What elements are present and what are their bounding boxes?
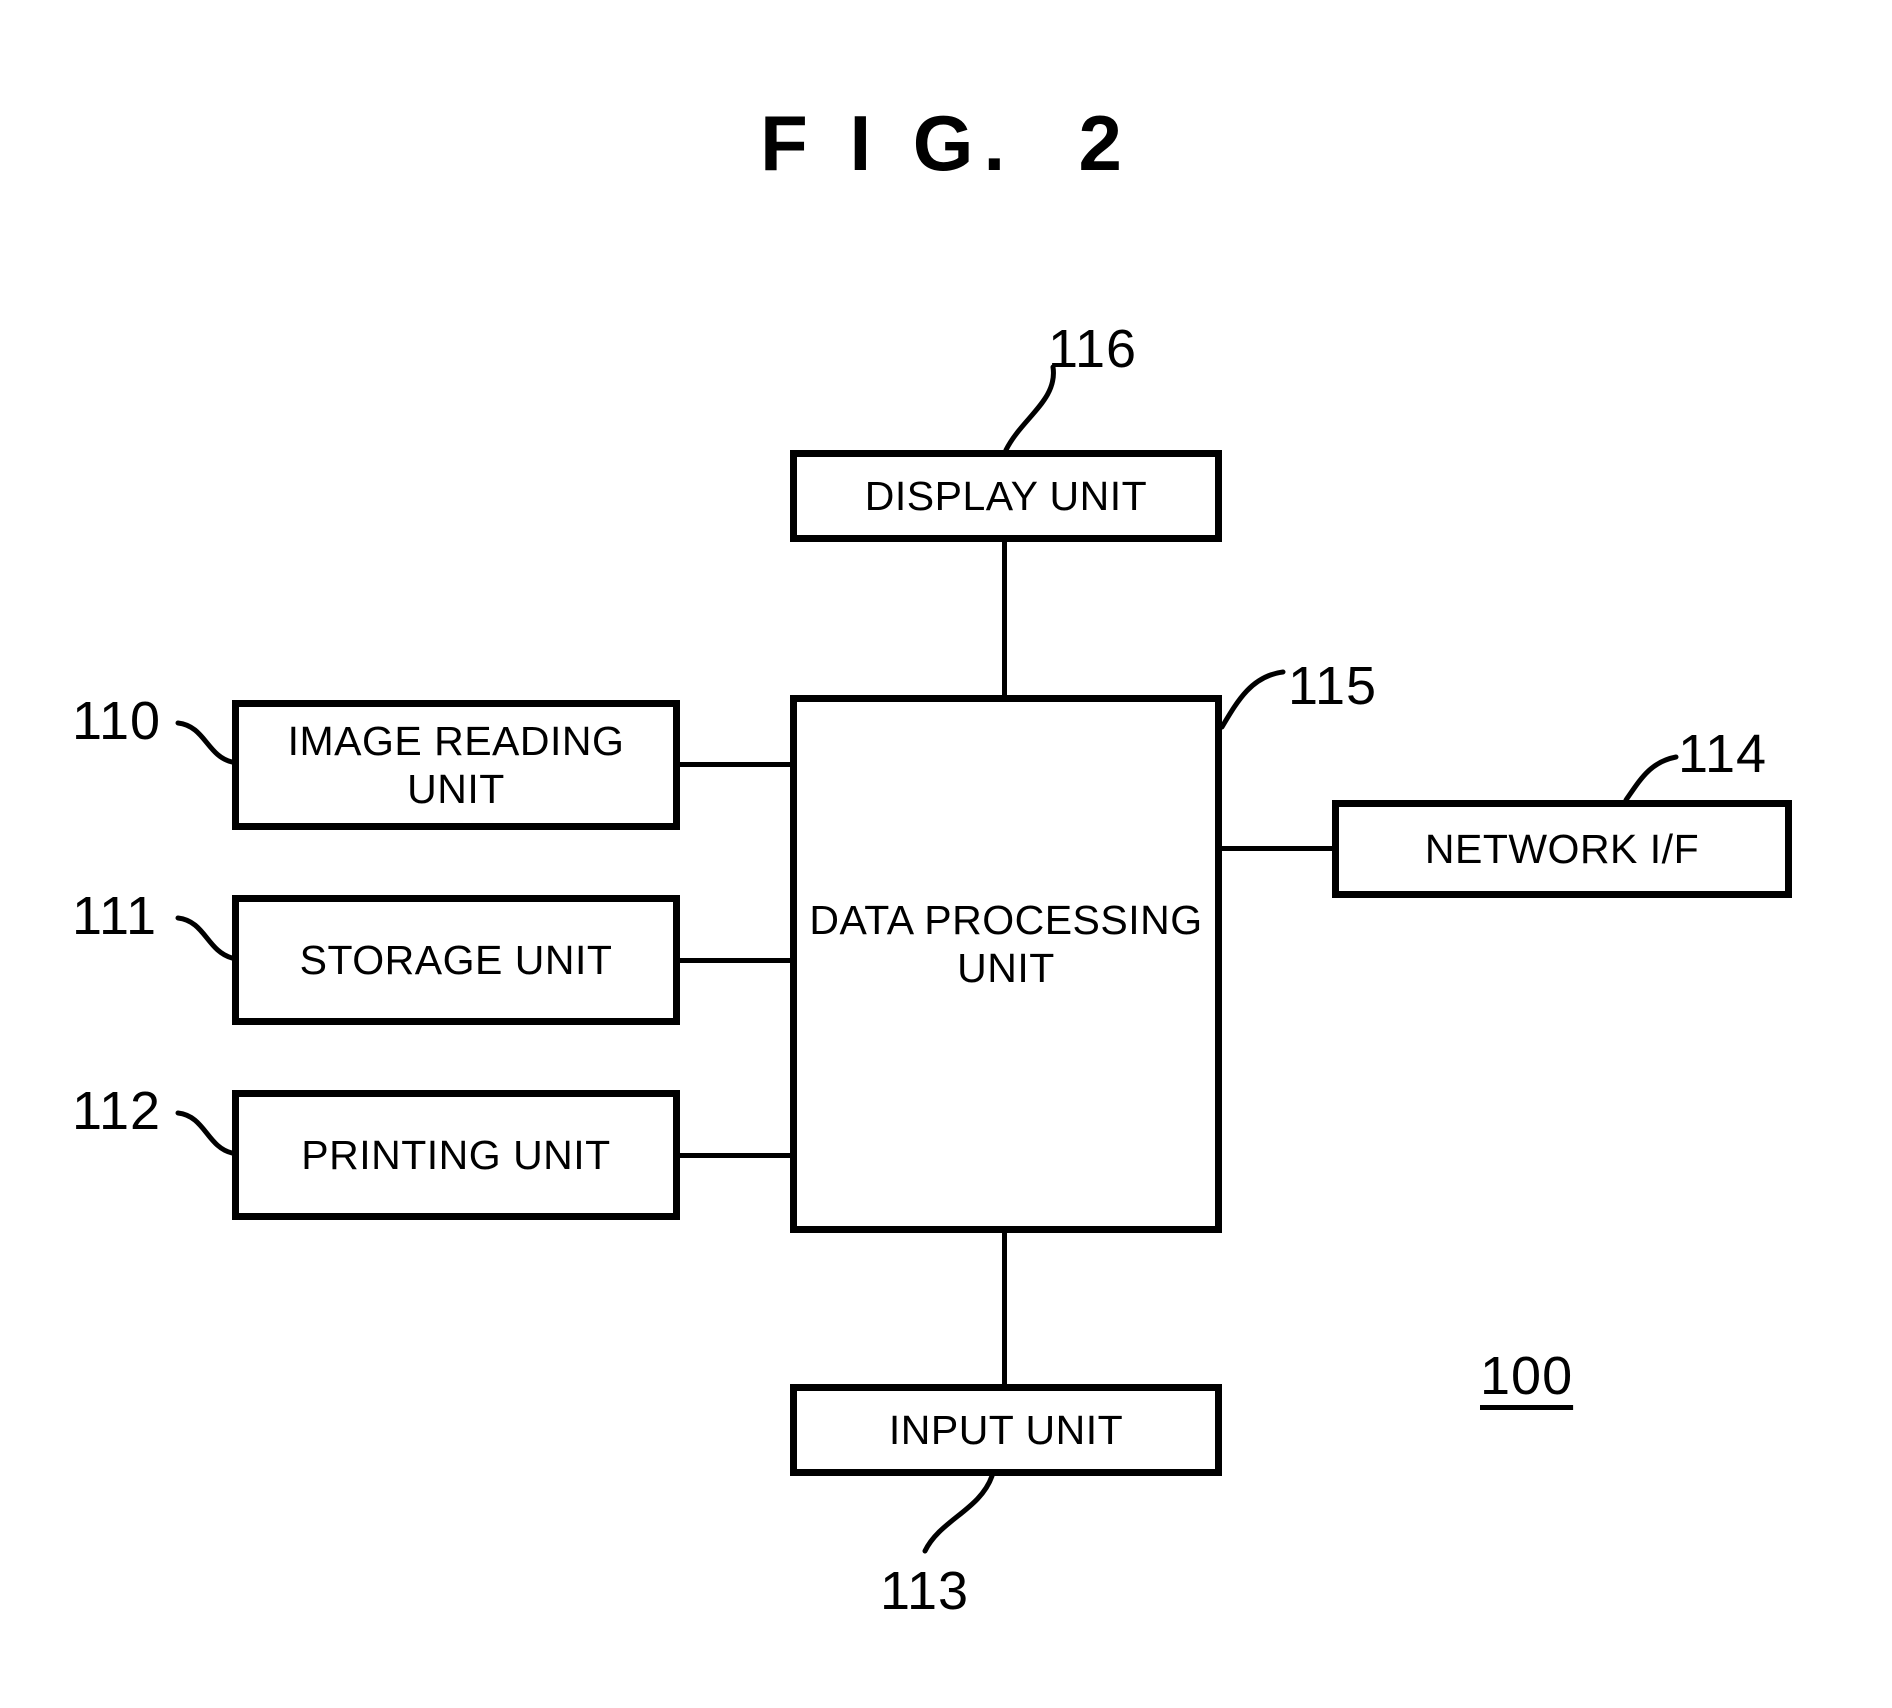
connector-display-to-data-processing xyxy=(1002,540,1007,700)
leader-line-110 xyxy=(175,720,235,765)
leader-line-114 xyxy=(1623,754,1679,803)
block-image-reading-unit[interactable]: IMAGE READING UNIT xyxy=(232,700,680,830)
block-data-processing-unit-label: DATA PROCESSING UNIT xyxy=(809,897,1203,992)
connector-data-processing-to-input xyxy=(1002,1230,1007,1388)
block-display-unit[interactable]: DISPLAY UNIT xyxy=(790,450,1222,542)
leader-line-116 xyxy=(1003,364,1056,453)
reference-numeral-100-system: 100 xyxy=(1480,1346,1574,1406)
reference-numeral-115: 115 xyxy=(1288,656,1378,716)
reference-numeral-110: 110 xyxy=(72,691,162,751)
connector-storage-to-data-processing xyxy=(678,958,796,963)
leader-line-115 xyxy=(1219,669,1286,730)
reference-numeral-113: 113 xyxy=(880,1561,970,1621)
block-data-processing-unit[interactable]: DATA PROCESSING UNIT xyxy=(790,695,1222,1233)
leader-line-112 xyxy=(175,1110,235,1156)
figure-title: F I G. 2 xyxy=(760,99,1132,187)
block-printing-unit[interactable]: PRINTING UNIT xyxy=(232,1090,680,1220)
leader-line-113 xyxy=(922,1473,995,1554)
connector-image-reading-to-data-processing xyxy=(678,762,796,767)
reference-numeral-116: 116 xyxy=(1048,319,1138,379)
block-printing-unit-label: PRINTING UNIT xyxy=(301,1131,611,1178)
reference-numeral-111: 111 xyxy=(72,886,158,946)
block-network-interface-label: NETWORK I/F xyxy=(1424,825,1700,872)
block-storage-unit[interactable]: STORAGE UNIT xyxy=(232,895,680,1025)
block-storage-unit-label: STORAGE UNIT xyxy=(299,936,613,983)
reference-numeral-114: 114 xyxy=(1678,724,1768,784)
block-display-unit-label: DISPLAY UNIT xyxy=(864,472,1148,519)
block-network-interface[interactable]: NETWORK I/F xyxy=(1332,800,1792,898)
block-input-unit-label: INPUT UNIT xyxy=(888,1406,1124,1453)
patent-figure-page: F I G. 2 DISPLAY UNIT IMAGE READING UNIT… xyxy=(0,0,1892,1708)
block-input-unit[interactable]: INPUT UNIT xyxy=(790,1384,1222,1476)
connector-data-processing-to-network xyxy=(1218,846,1336,851)
reference-numeral-112: 112 xyxy=(72,1081,162,1141)
leader-line-111 xyxy=(175,915,235,961)
connector-printing-to-data-processing xyxy=(678,1153,796,1158)
block-image-reading-unit-label: IMAGE READING UNIT xyxy=(287,717,625,812)
